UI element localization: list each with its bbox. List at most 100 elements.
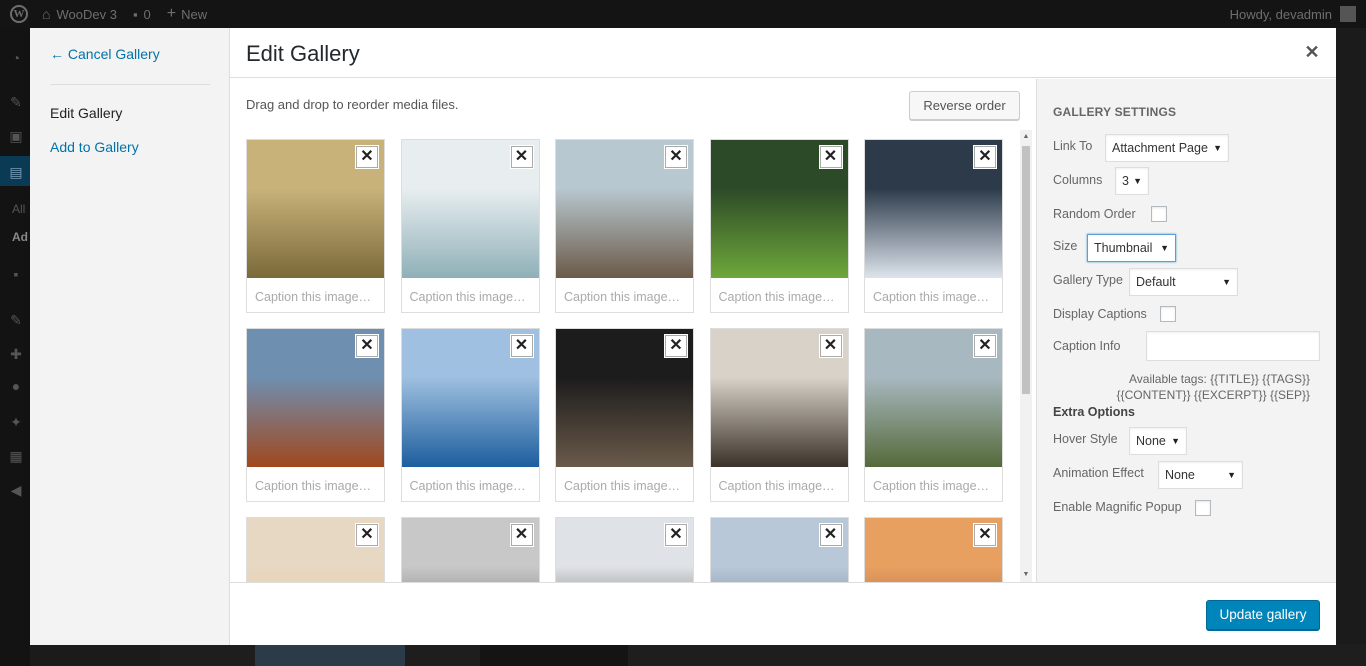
remove-icon[interactable]: ✕ [510, 524, 533, 546]
users-icon: ● [11, 378, 21, 394]
cancel-gallery-link[interactable]: ← Cancel Gallery [50, 46, 160, 62]
remove-icon[interactable]: ✕ [974, 146, 996, 168]
plugins-icon: ✚ [10, 346, 22, 362]
menu-ad-text: Ad [12, 230, 28, 244]
attachment-tile[interactable]: ✕Caption this image… [555, 517, 694, 582]
caption-input[interactable]: Caption this image… [873, 290, 995, 304]
remove-icon[interactable]: ✕ [819, 524, 842, 546]
remove-icon[interactable]: ✕ [665, 335, 687, 357]
chevron-down-icon: ▼ [1222, 277, 1231, 287]
caption-input[interactable]: Caption this image… [564, 290, 686, 304]
attachment-tile[interactable]: ✕Caption this image… [864, 517, 1003, 582]
columns-select[interactable]: 3 ▼ [1115, 167, 1149, 195]
avatar[interactable] [1340, 6, 1356, 22]
remove-icon[interactable]: ✕ [819, 335, 842, 357]
howdy-text[interactable]: Howdy, devadmin [1230, 0, 1332, 28]
gallery-type-value: Default [1136, 275, 1176, 289]
remove-icon[interactable]: ✕ [510, 146, 533, 168]
new-content-link[interactable]: + New [159, 0, 215, 28]
caption-info-input[interactable] [1146, 331, 1320, 361]
attachment-tile[interactable]: ✕ Caption this image… [555, 328, 694, 502]
attachment-tile[interactable]: ✕ Caption this image… [709, 139, 849, 313]
extra-options-heading: Extra Options [1053, 405, 1135, 419]
new-label: New [181, 6, 208, 22]
appearance-icon: ✎ [10, 312, 22, 328]
site-name-link[interactable]: ⌂ WooDev 3 [34, 0, 125, 28]
scroll-up-icon[interactable]: ▲ [1020, 130, 1032, 144]
close-icon[interactable]: ✕ [1302, 42, 1322, 62]
caption-input[interactable]: Caption this image… [719, 479, 841, 493]
caption-input[interactable]: Caption this image… [873, 479, 995, 493]
link-to-select[interactable]: Attachment Page ▼ [1105, 134, 1229, 162]
animation-effect-select[interactable]: None ▼ [1158, 461, 1243, 489]
remove-icon[interactable]: ✕ [974, 335, 996, 357]
attachment-tile[interactable]: ✕ Caption this image… [400, 139, 540, 313]
caption-info-label: Caption Info [1053, 339, 1121, 353]
edit-gallery-modal: ← Cancel Gallery Edit Gallery Add to Gal… [30, 28, 1336, 645]
gallery-type-label: Gallery Type [1053, 273, 1123, 287]
caption-input[interactable]: Caption this image… [410, 479, 532, 493]
pin-icon: ✎ [10, 94, 22, 110]
scrollbar[interactable]: ▲ ▼ [1020, 130, 1032, 582]
comment-icon: ▪ [132, 6, 138, 22]
random-order-checkbox[interactable] [1151, 206, 1167, 222]
settings-icon: ▦ [9, 448, 23, 464]
remove-icon[interactable]: ✕ [356, 335, 378, 357]
attachment-tile[interactable]: ✕ Caption this image… [864, 328, 1003, 502]
attachment-tile[interactable]: ✕Caption this image… [246, 517, 385, 582]
reorder-hint: Drag and drop to reorder media files. [246, 97, 459, 112]
remove-icon[interactable]: ✕ [356, 524, 378, 546]
remove-icon[interactable]: ✕ [974, 524, 996, 546]
chevron-down-icon: ▼ [1227, 470, 1236, 480]
hover-style-select[interactable]: None ▼ [1129, 427, 1187, 455]
caption-input[interactable]: Caption this image… [255, 479, 377, 493]
attachment-tile[interactable]: ✕ Caption this image… [246, 328, 385, 502]
pages-icon: ▤ [9, 164, 23, 180]
magnific-popup-checkbox[interactable] [1195, 500, 1211, 516]
gallery-settings-heading: Gallery Settings [1053, 105, 1177, 119]
attachment-tile[interactable]: ✕Caption this image… [709, 517, 849, 582]
scrollbar-thumb[interactable] [1022, 146, 1030, 394]
media-icon: ▣ [9, 128, 23, 144]
columns-label: Columns [1053, 173, 1103, 187]
scroll-down-icon[interactable]: ▼ [1020, 568, 1032, 582]
dashboard-icon: ◔ [11, 50, 21, 66]
attachment-tile[interactable]: ✕ Caption this image… [709, 328, 849, 502]
chevron-down-icon: ▼ [1171, 436, 1180, 446]
attachment-tile[interactable]: ✕ Caption this image… [555, 139, 694, 313]
caption-input[interactable]: Caption this image… [410, 290, 532, 304]
caption-input[interactable]: Caption this image… [719, 290, 841, 304]
attachment-tile[interactable]: ✕ Caption this image… [864, 139, 1003, 313]
link-to-value: Attachment Page [1112, 141, 1208, 155]
attachment-tile[interactable]: ✕ Caption this image… [246, 139, 385, 313]
chevron-down-icon: ▼ [1213, 143, 1222, 153]
remove-icon[interactable]: ✕ [356, 146, 378, 168]
magnific-popup-label: Enable Magnific Popup [1053, 500, 1182, 514]
attachment-tile[interactable]: ✕ Caption this image… [400, 328, 540, 502]
display-captions-checkbox[interactable] [1160, 306, 1176, 322]
menu-item-add-to-gallery[interactable]: Add to Gallery [50, 139, 139, 155]
attachment-tile[interactable]: ✕Caption this image… [400, 517, 540, 582]
caption-input[interactable]: Caption this image… [255, 290, 377, 304]
page-title: Edit Gallery [246, 41, 360, 66]
caption-input[interactable]: Caption this image… [564, 479, 686, 493]
media-frame-menu: ← Cancel Gallery Edit Gallery Add to Gal… [30, 28, 230, 645]
size-value: Thumbnail [1094, 241, 1153, 255]
backdrop-image-right [480, 644, 628, 666]
comments-link[interactable]: ▪ 0 [125, 0, 159, 28]
size-label: Size [1053, 239, 1078, 253]
site-name: WooDev 3 [56, 6, 117, 22]
gallery-type-select[interactable]: Default ▼ [1129, 268, 1238, 296]
columns-value: 3 [1122, 174, 1129, 188]
wordpress-logo-icon[interactable]: W [4, 0, 34, 28]
remove-icon[interactable]: ✕ [665, 146, 687, 168]
reverse-order-button[interactable]: Reverse order [909, 91, 1020, 120]
update-gallery-button[interactable]: Update gallery [1206, 600, 1320, 630]
menu-item-edit-gallery[interactable]: Edit Gallery [50, 105, 122, 121]
remove-icon[interactable]: ✕ [510, 335, 533, 357]
hover-style-value: None [1136, 434, 1166, 448]
remove-icon[interactable]: ✕ [819, 146, 842, 168]
remove-icon[interactable]: ✕ [665, 524, 687, 546]
admin-menu: ◔ ✎ ▣ ▤ All Ad ▪ ✎ ✚ ● ✦ ▦ ◀ [0, 28, 30, 666]
size-select[interactable]: Thumbnail ▼ [1087, 234, 1176, 262]
